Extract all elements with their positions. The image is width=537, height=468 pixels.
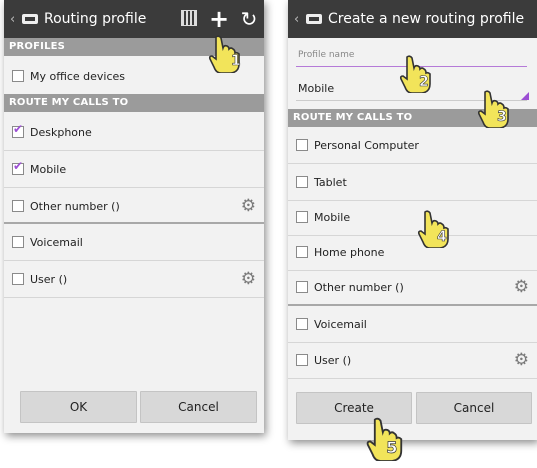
pointing-hand-icon: 4: [417, 210, 449, 248]
screen-title: Routing profile: [44, 11, 147, 27]
route-label: Mobile: [30, 162, 67, 176]
pointing-hand-icon: 5: [366, 417, 403, 461]
route-label: Mobile: [314, 210, 351, 224]
route-label: User (): [30, 272, 68, 286]
gear-icon[interactable]: ⚙: [514, 277, 529, 297]
route-item-voicemail[interactable]: Voicemail: [4, 224, 264, 261]
route-checkbox[interactable]: [12, 200, 24, 212]
route-label: Voicemail: [30, 235, 83, 249]
route-checkbox[interactable]: [296, 354, 308, 366]
route-checkbox[interactable]: [12, 273, 24, 285]
selected-device: Mobile: [298, 82, 335, 95]
route-label: Tablet: [314, 175, 347, 189]
route-item-other-number[interactable]: Other number () ⚙: [288, 269, 537, 305]
route-item-mobile[interactable]: Mobile: [4, 151, 264, 188]
footer-bar: OK Cancel: [4, 383, 264, 433]
route-item-other-number[interactable]: Other number () ⚙: [4, 188, 264, 224]
callout-number: 3: [497, 109, 507, 125]
ok-button[interactable]: OK: [20, 391, 137, 423]
app-logo-icon: [22, 14, 38, 24]
qr-code-icon[interactable]: [174, 7, 204, 31]
callout-number: 1: [231, 53, 241, 69]
gear-icon[interactable]: ⚙: [241, 196, 256, 216]
route-header: ROUTE MY CALLS TO: [4, 94, 264, 112]
action-bar: ‹ Create a new routing profile: [288, 0, 537, 38]
callout-number: 4: [437, 229, 447, 245]
pointing-hand-icon: 2: [399, 55, 431, 93]
route-label: Voicemail: [314, 317, 367, 331]
add-icon[interactable]: +: [204, 5, 234, 33]
back-icon[interactable]: ‹: [294, 12, 304, 27]
callout-number: 5: [386, 438, 397, 457]
pointing-hand-icon: 3: [477, 90, 509, 128]
profile-label: My office devices: [30, 69, 126, 83]
refresh-icon[interactable]: ↻: [234, 7, 264, 31]
profile-checkbox[interactable]: [12, 70, 24, 82]
route-label: Deskphone: [30, 125, 92, 139]
route-item-user[interactable]: User () ⚙: [4, 261, 264, 298]
route-checkbox[interactable]: [12, 159, 24, 175]
route-label: Personal Computer: [314, 138, 419, 152]
route-checkbox[interactable]: [296, 211, 308, 223]
cancel-button[interactable]: Cancel: [416, 392, 532, 424]
route-checkbox[interactable]: [296, 281, 308, 293]
footer-bar: Create Cancel: [288, 384, 537, 434]
route-label: Home phone: [314, 245, 385, 259]
route-label: Other number (): [314, 280, 404, 294]
cancel-button[interactable]: Cancel: [140, 391, 257, 423]
callout-number: 2: [419, 74, 429, 90]
route-checkbox[interactable]: [12, 122, 24, 138]
app-logo-icon: [306, 14, 322, 24]
route-label: User (): [314, 353, 352, 367]
back-icon[interactable]: ‹: [10, 12, 20, 27]
route-item-user[interactable]: User () ⚙: [288, 342, 537, 379]
route-checkbox[interactable]: [296, 176, 308, 188]
route-item-voicemail[interactable]: Voicemail: [288, 306, 537, 343]
gear-icon[interactable]: ⚙: [514, 350, 529, 370]
route-checkbox[interactable]: [12, 236, 24, 248]
route-checkbox[interactable]: [296, 139, 308, 151]
route-item-personal-computer[interactable]: Personal Computer: [288, 127, 537, 164]
route-item-tablet[interactable]: Tablet: [288, 164, 537, 201]
route-checkbox[interactable]: [296, 246, 308, 258]
screen-title: Create a new routing profile: [328, 11, 525, 27]
dropdown-arrow-icon: [521, 92, 529, 100]
pointing-hand-icon: 1: [208, 35, 241, 73]
route-checkbox[interactable]: [296, 318, 308, 330]
route-item-deskphone[interactable]: Deskphone: [4, 114, 264, 151]
route-label: Other number (): [30, 199, 120, 213]
gear-icon[interactable]: ⚙: [241, 269, 256, 289]
